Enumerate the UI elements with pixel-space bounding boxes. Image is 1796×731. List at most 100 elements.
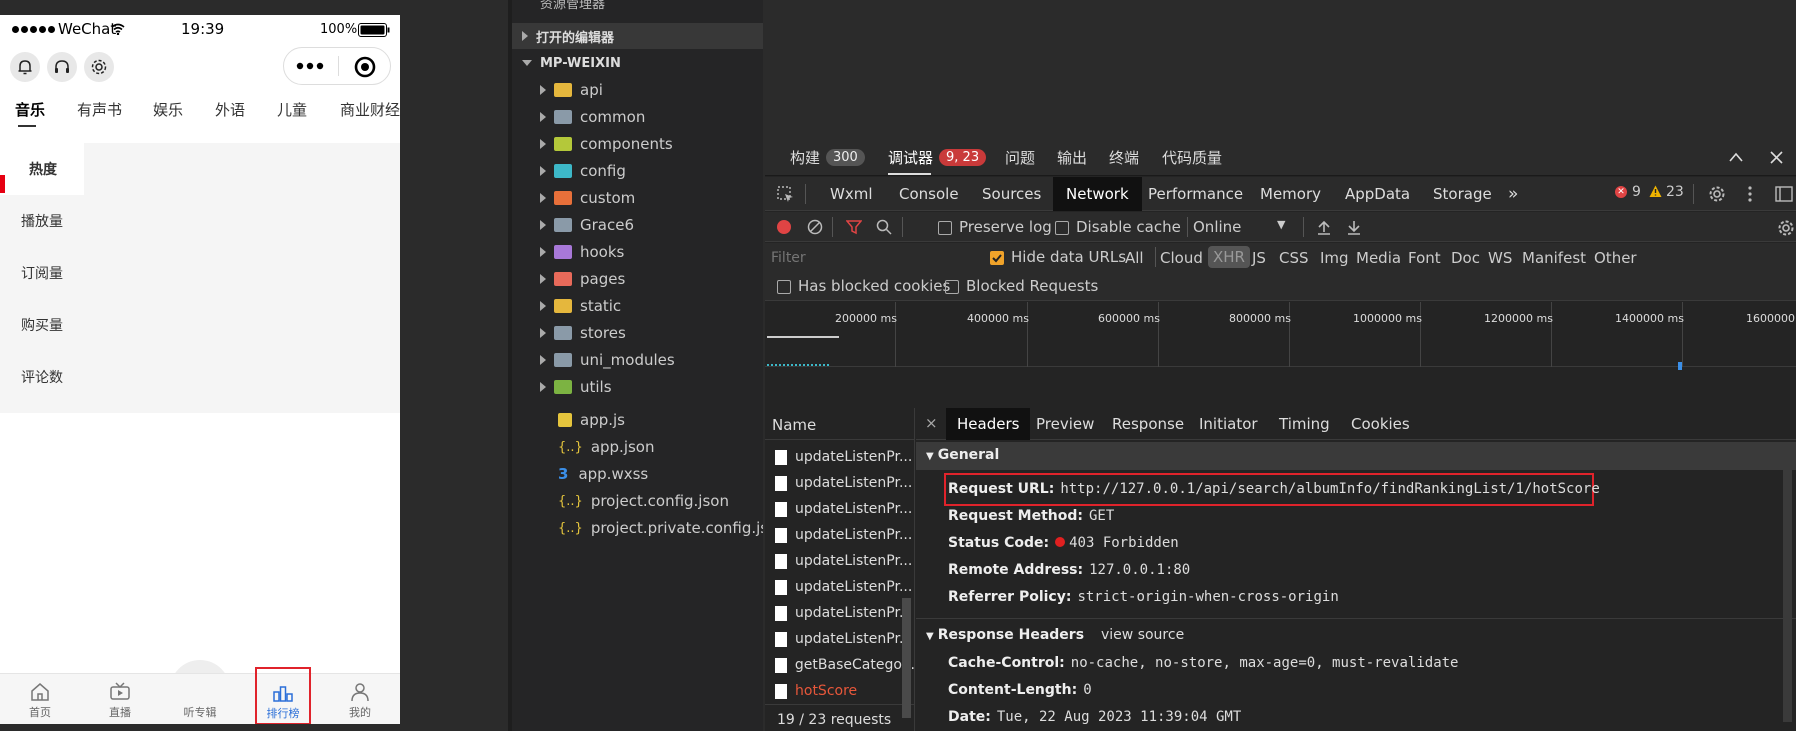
blocked-requests-checkbox[interactable]: Blocked Requests — [945, 277, 1098, 295]
filter-type-manifest[interactable]: Manifest — [1522, 249, 1586, 267]
filter-type-other[interactable]: Other — [1594, 249, 1637, 267]
tree-folder[interactable]: static — [512, 293, 763, 319]
tree-file[interactable]: 3 app.wxss — [512, 461, 763, 487]
tree-folder[interactable]: components — [512, 131, 763, 157]
request-row[interactable]: getBaseCatego... — [765, 652, 915, 678]
request-row[interactable]: updateListenPr... — [765, 496, 915, 522]
tab-initiator[interactable]: Initiator — [1199, 408, 1258, 440]
tab-storage[interactable]: Storage — [1433, 177, 1492, 211]
tab-response[interactable]: Response — [1112, 408, 1184, 440]
request-row[interactable]: updateListenPr... — [765, 574, 915, 600]
tab-performance[interactable]: Performance — [1148, 177, 1243, 211]
tab-console[interactable]: Console — [899, 177, 959, 211]
tabbar-item-home[interactable]: 首页 — [0, 674, 80, 724]
tree-folder[interactable]: hooks — [512, 239, 763, 265]
tab-sources[interactable]: Sources — [982, 177, 1041, 211]
upload-icon[interactable] — [1316, 219, 1332, 235]
more-tabs-button[interactable]: » — [1508, 177, 1518, 211]
category-tab[interactable]: 商业财经 — [340, 99, 400, 120]
tab-appdata[interactable]: AppData — [1345, 177, 1410, 211]
tree-folder[interactable]: uni_modules — [512, 347, 763, 373]
filter-type-cloud[interactable]: Cloud — [1160, 249, 1203, 267]
request-row[interactable]: updateListenPr... — [765, 548, 915, 574]
filter-type-all[interactable]: All — [1125, 249, 1144, 267]
close-icon[interactable] — [1770, 151, 1783, 164]
side-menu-item[interactable]: 评论数 — [0, 351, 84, 403]
record-button[interactable] — [777, 220, 791, 234]
category-tab[interactable]: 外语 — [215, 99, 245, 120]
tab-build[interactable]: 构建 300 — [790, 140, 865, 174]
settings-button[interactable] — [84, 52, 114, 82]
filter-type-css[interactable]: CSS — [1279, 249, 1309, 267]
tab-network[interactable]: Network — [1053, 177, 1142, 211]
error-count[interactable]: 9 — [1632, 184, 1641, 200]
has-blocked-cookies-checkbox[interactable]: Has blocked cookies — [777, 277, 950, 295]
response-headers-section-header[interactable]: ▼ Response Headers — [926, 627, 1084, 643]
tabbar-item-live[interactable]: 直播 — [80, 674, 160, 724]
filter-type-ws[interactable]: WS — [1488, 249, 1512, 267]
tree-folder[interactable]: config — [512, 158, 763, 184]
network-settings-icon[interactable] — [1777, 219, 1795, 237]
filter-input[interactable] — [769, 247, 969, 269]
request-row[interactable]: updateListenPr... — [765, 522, 915, 548]
tab-debugger[interactable]: 调试器 9, 23 — [888, 140, 987, 174]
dock-side-icon[interactable] — [1775, 185, 1793, 203]
tree-file[interactable]: {..} project.config.json — [512, 488, 763, 514]
tree-folder[interactable]: api — [512, 77, 763, 103]
request-list-scrollbar[interactable] — [902, 598, 911, 718]
name-column-header[interactable]: Name — [765, 408, 915, 440]
preserve-log-checkbox[interactable]: Preserve log — [938, 218, 1052, 236]
tree-folder[interactable]: common — [512, 104, 763, 130]
filter-type-font[interactable]: Font — [1408, 249, 1441, 267]
detail-scrollbar[interactable] — [1783, 442, 1792, 722]
tab-code-quality[interactable]: 代码质量 — [1162, 140, 1222, 174]
side-menu-item[interactable]: 播放量 — [0, 195, 84, 247]
tree-folder[interactable]: pages — [512, 266, 763, 292]
close-icon[interactable]: × — [925, 414, 938, 432]
more-dots-icon[interactable] — [295, 61, 325, 71]
search-icon[interactable] — [876, 219, 892, 235]
tabbar-item-ranking[interactable]: 排行榜 — [255, 667, 311, 724]
project-root[interactable]: MP-WEIXIN — [512, 50, 763, 76]
tree-file[interactable]: {..} app.json — [512, 434, 763, 460]
request-row-selected[interactable]: hotScore — [765, 678, 915, 704]
hide-data-urls-checkbox[interactable]: Hide data URLs — [990, 248, 1126, 266]
headset-button[interactable] — [47, 52, 77, 82]
bell-button[interactable] — [10, 52, 40, 82]
gear-icon[interactable] — [1708, 185, 1726, 203]
tree-folder[interactable]: custom — [512, 185, 763, 211]
filter-type-img[interactable]: Img — [1320, 249, 1349, 267]
kebab-menu-icon[interactable] — [1747, 185, 1753, 203]
disable-cache-checkbox[interactable]: Disable cache — [1055, 218, 1181, 236]
request-row[interactable]: updateListenPr... — [765, 444, 915, 470]
filter-icon[interactable] — [846, 219, 862, 235]
tab-output[interactable]: 输出 — [1057, 140, 1087, 174]
tab-cookies[interactable]: Cookies — [1351, 408, 1410, 440]
category-tab[interactable]: 儿童 — [277, 99, 307, 120]
general-section-header[interactable]: ▼ General — [916, 442, 1796, 470]
inspect-element-icon[interactable] — [777, 186, 795, 204]
chevron-up-icon[interactable] — [1729, 152, 1743, 162]
tab-preview[interactable]: Preview — [1036, 408, 1094, 440]
tree-folder[interactable]: Grace6 — [512, 212, 763, 238]
filter-type-media[interactable]: Media — [1356, 249, 1401, 267]
tab-headers[interactable]: Headers — [946, 408, 1031, 440]
tree-folder[interactable]: stores — [512, 320, 763, 346]
tab-memory[interactable]: Memory — [1260, 177, 1321, 211]
category-tab[interactable]: 娱乐 — [153, 99, 183, 120]
download-icon[interactable] — [1346, 219, 1362, 235]
clear-icon[interactable] — [807, 219, 823, 235]
open-editors-section[interactable]: 打开的编辑器 — [512, 23, 763, 49]
tree-file[interactable]: {..} project.private.config.js... — [512, 515, 763, 541]
side-menu-item-hot[interactable]: 热度 — [0, 143, 84, 195]
tree-folder[interactable]: utils — [512, 374, 763, 400]
filter-type-doc[interactable]: Doc — [1451, 249, 1480, 267]
tabbar-item-albums[interactable]: 听专辑 — [160, 674, 240, 724]
filter-type-xhr[interactable]: XHR — [1208, 246, 1250, 268]
tree-file[interactable]: app.js — [512, 407, 763, 433]
category-tab[interactable]: 有声书 — [77, 99, 122, 120]
view-source-link[interactable]: view source — [1101, 627, 1184, 643]
close-miniprogram-icon[interactable] — [353, 55, 377, 79]
side-menu-item[interactable]: 购买量 — [0, 299, 84, 351]
throttle-select[interactable]: Online ▼ — [1193, 218, 1293, 236]
